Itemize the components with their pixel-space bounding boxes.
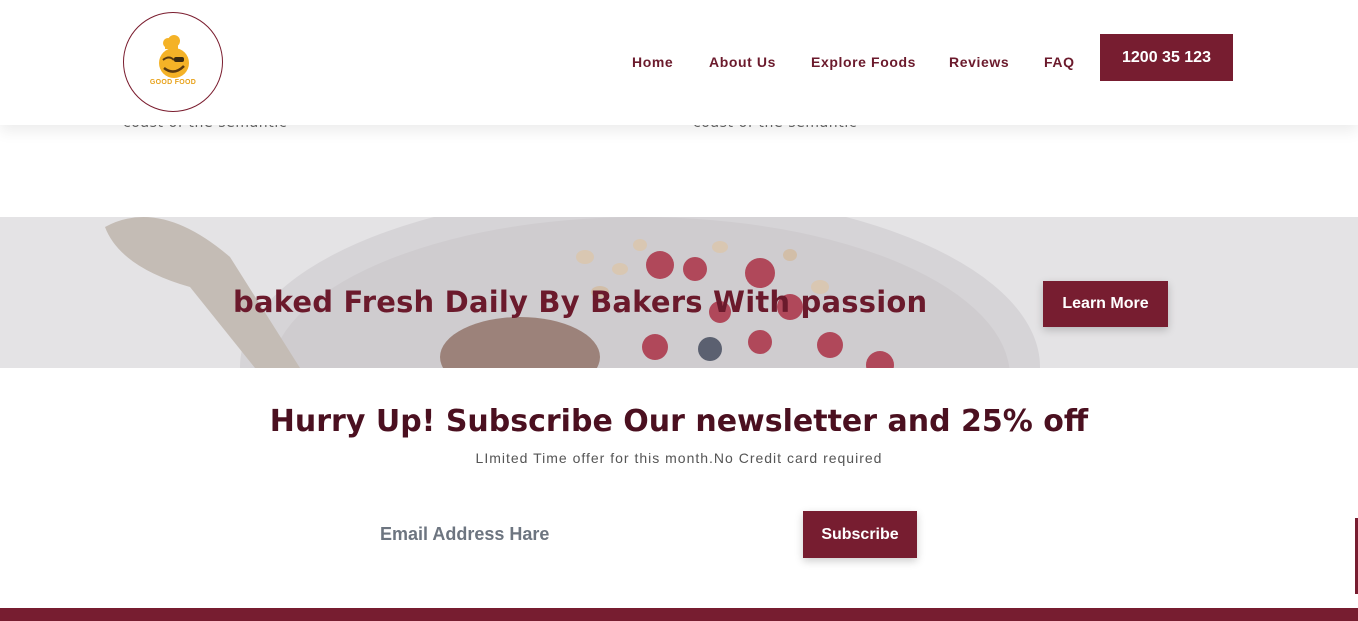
logo-text: GOOD FOOD: [149, 79, 197, 86]
site-header: GOOD FOOD Home About Us Explore Foods Re…: [0, 0, 1358, 125]
chef-emoji-logo-icon: [159, 35, 189, 78]
footer-bar: [0, 608, 1358, 621]
nav-about-us[interactable]: About Us: [709, 54, 776, 70]
nav-home[interactable]: Home: [632, 54, 673, 70]
newsletter-subtitle: LImited Time offer for this month.No Cre…: [475, 450, 883, 466]
logo[interactable]: GOOD FOOD: [123, 12, 223, 112]
nav-faq[interactable]: FAQ: [1044, 54, 1075, 70]
learn-more-button[interactable]: Learn More: [1043, 281, 1168, 327]
nav-explore-foods[interactable]: Explore Foods: [811, 54, 916, 70]
subscribe-button[interactable]: Subscribe: [803, 511, 917, 558]
nav-reviews[interactable]: Reviews: [949, 54, 1009, 70]
phone-button[interactable]: 1200 35 123: [1100, 34, 1233, 81]
newsletter-title: Hurry Up! Subscribe Our newsletter and 2…: [269, 404, 1089, 439]
banner-title: baked Fresh Daily By Bakers With passion: [233, 285, 928, 319]
email-input[interactable]: [370, 512, 810, 556]
promo-banner: baked Fresh Daily By Bakers With passion…: [0, 217, 1358, 368]
